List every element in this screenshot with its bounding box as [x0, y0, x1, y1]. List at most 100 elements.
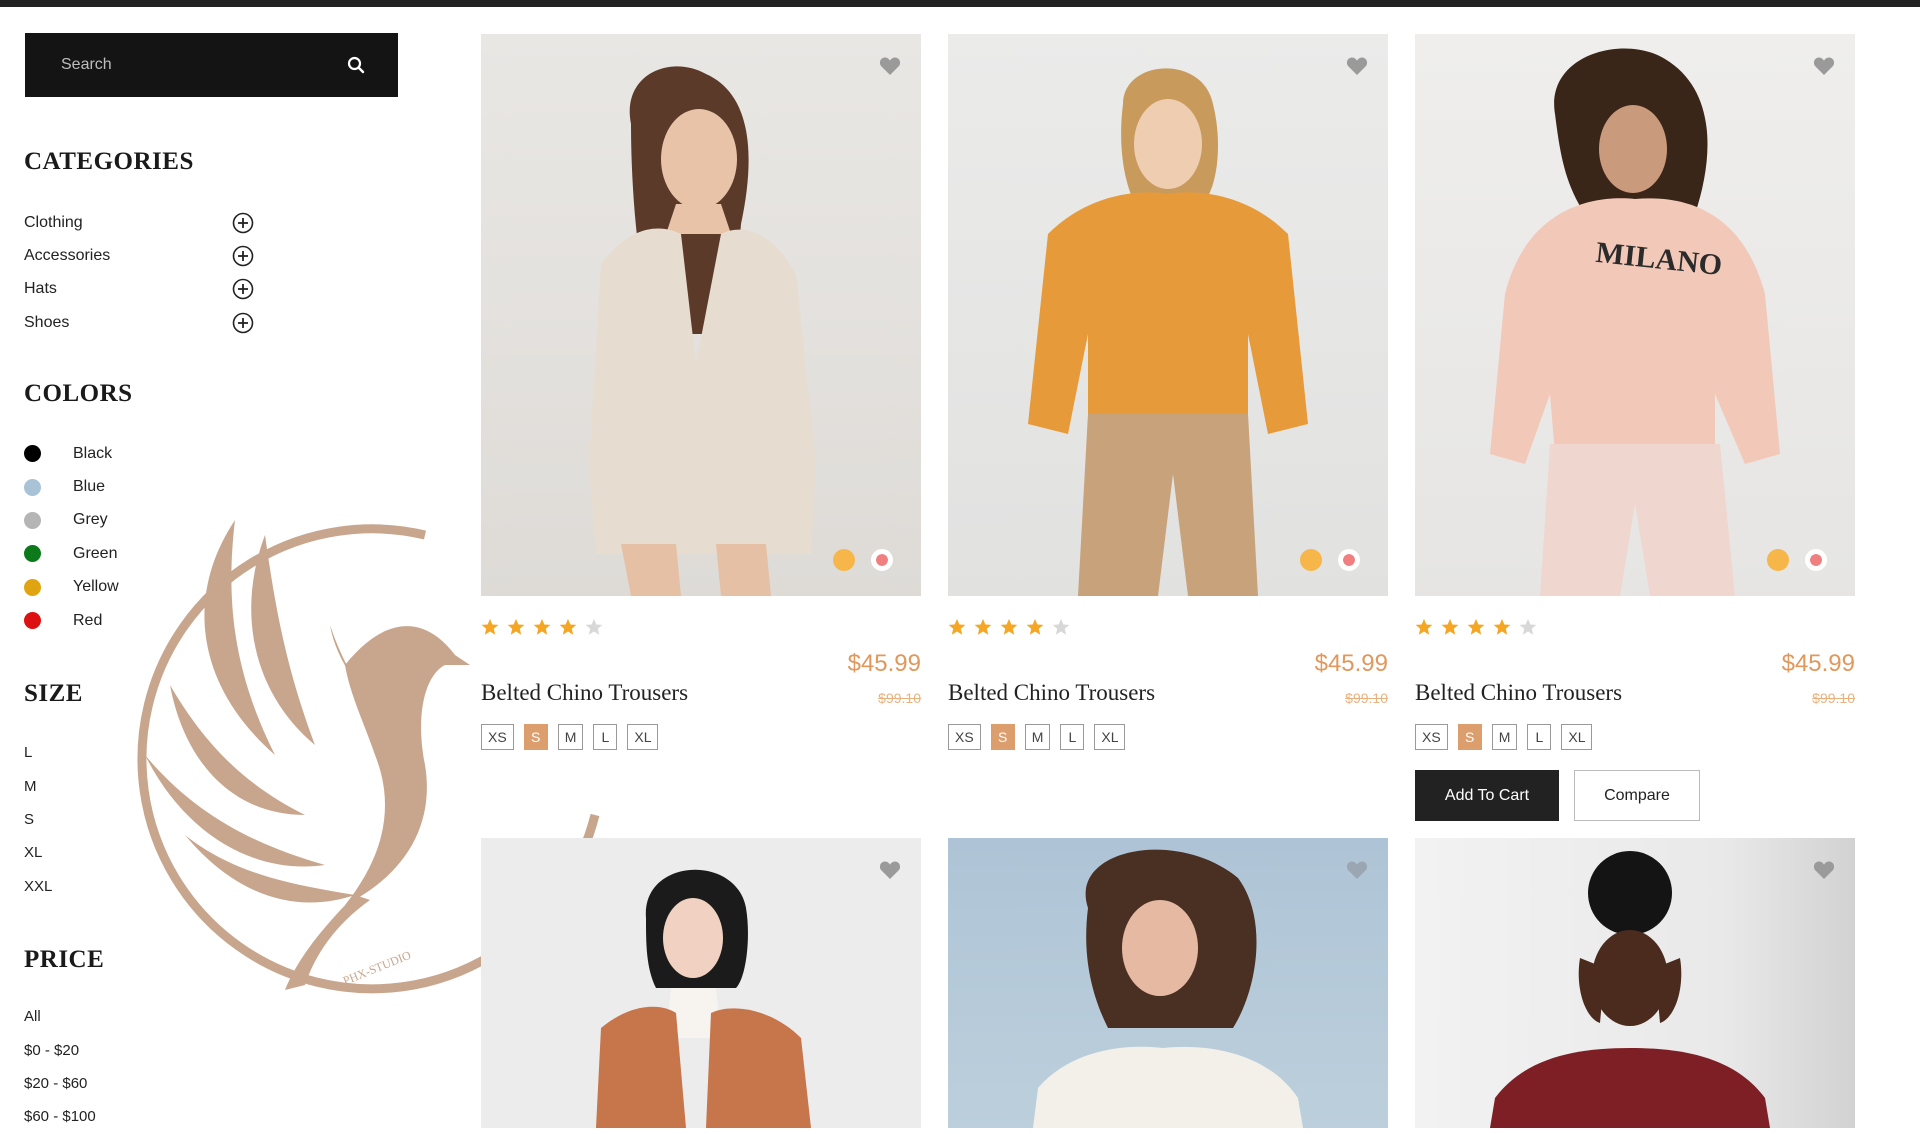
size-option-l[interactable]: L — [593, 724, 618, 750]
product-name[interactable]: Belted Chino Trousers — [1415, 680, 1622, 706]
categories-heading: CATEGORIES — [24, 148, 194, 175]
star-filled-icon — [1441, 618, 1459, 635]
product-image[interactable]: MILANO — [1415, 34, 1855, 596]
product-card[interactable] — [948, 838, 1388, 1128]
size-option-l[interactable]: L — [1060, 724, 1085, 750]
price-item-0-20[interactable]: $0 - $20 — [24, 1033, 96, 1066]
plus-circle-icon[interactable] — [232, 212, 254, 234]
add-to-cart-button[interactable]: Add To Cart — [1415, 770, 1559, 821]
category-item-accessories[interactable]: Accessories — [24, 239, 254, 272]
product-card[interactable] — [481, 838, 921, 1128]
size-option-s[interactable]: S — [523, 724, 548, 750]
size-option-m[interactable]: M — [1491, 724, 1518, 750]
size-option-l[interactable]: L — [1527, 724, 1552, 750]
category-item-shoes[interactable]: Shoes — [24, 306, 254, 339]
star-filled-icon — [1026, 618, 1044, 635]
size-item-l[interactable]: L — [24, 736, 52, 769]
product-image[interactable] — [948, 34, 1388, 596]
product-name[interactable]: Belted Chino Trousers — [948, 680, 1155, 706]
category-item-clothing[interactable]: Clothing — [24, 206, 254, 239]
swatch-orange[interactable] — [833, 549, 855, 571]
size-item-s[interactable]: S — [24, 803, 52, 836]
color-swatch — [24, 445, 41, 463]
size-option-s[interactable]: S — [990, 724, 1015, 750]
size-option-xl[interactable]: XL — [627, 724, 659, 750]
size-options: XS S M L XL — [481, 724, 659, 750]
product-price: $45.99 — [1781, 650, 1855, 677]
size-option-xs[interactable]: XS — [481, 724, 514, 750]
search-icon — [347, 56, 365, 74]
size-list: L M S XL XXL — [24, 736, 52, 903]
size-option-xs[interactable]: XS — [1415, 724, 1448, 750]
product-old-price: $99.10 — [1345, 690, 1388, 706]
color-item-red[interactable]: Red — [24, 604, 119, 637]
category-list: Clothing Accessories Hats Shoes — [24, 206, 254, 340]
size-item-xxl[interactable]: XXL — [24, 870, 52, 903]
size-option-s[interactable]: S — [1457, 724, 1482, 750]
size-option-m[interactable]: M — [1024, 724, 1051, 750]
size-item-xl[interactable]: XL — [24, 836, 52, 869]
product-image[interactable] — [481, 838, 921, 1128]
heart-icon[interactable] — [1346, 860, 1368, 880]
star-filled-icon — [481, 618, 499, 635]
product-price: $45.99 — [1314, 650, 1388, 677]
product-old-price: $99.10 — [878, 690, 921, 706]
star-filled-icon — [948, 618, 966, 635]
product-image[interactable] — [1415, 838, 1855, 1128]
search-button[interactable] — [326, 33, 386, 97]
plus-circle-icon[interactable] — [232, 312, 254, 334]
swatch-orange[interactable] — [1300, 549, 1322, 571]
top-bar — [0, 0, 1920, 7]
swatch-pink[interactable] — [1805, 549, 1827, 571]
size-option-xl[interactable]: XL — [1094, 724, 1126, 750]
heart-icon[interactable] — [879, 860, 901, 880]
size-option-xs[interactable]: XS — [948, 724, 981, 750]
color-label: Grey — [73, 511, 108, 529]
product-image[interactable] — [481, 34, 921, 596]
plus-circle-icon[interactable] — [232, 245, 254, 267]
swatch-orange[interactable] — [1767, 549, 1789, 571]
product-name[interactable]: Belted Chino Trousers — [481, 680, 688, 706]
swatch-pink[interactable] — [1338, 549, 1360, 571]
star-filled-icon — [559, 618, 577, 635]
color-swatch — [24, 545, 41, 563]
size-heading: SIZE — [24, 680, 83, 707]
rating-stars — [948, 618, 1070, 636]
heart-icon[interactable] — [1813, 860, 1835, 880]
star-filled-icon — [533, 618, 551, 635]
color-list: Black Blue Grey Green Yellow Red — [24, 437, 119, 637]
product-card[interactable] — [1415, 838, 1855, 1128]
swatch-pink[interactable] — [871, 549, 893, 571]
price-item-60-100[interactable]: $60 - $100 — [24, 1100, 96, 1133]
size-options: XS S M L XL — [1415, 724, 1593, 750]
compare-button[interactable]: Compare — [1574, 770, 1700, 821]
color-swatch — [24, 511, 41, 529]
watermark-text: PHX-STUDIO — [341, 948, 413, 988]
size-item-m[interactable]: M — [24, 769, 52, 802]
color-item-grey[interactable]: Grey — [24, 504, 119, 537]
heart-icon[interactable] — [1813, 56, 1835, 76]
heart-icon[interactable] — [1346, 56, 1368, 76]
color-item-yellow[interactable]: Yellow — [24, 571, 119, 604]
product-image[interactable] — [948, 838, 1388, 1128]
color-swatches — [1300, 549, 1360, 571]
model-illustration — [589, 66, 816, 596]
search-bar — [25, 33, 398, 97]
plus-circle-icon[interactable] — [232, 278, 254, 300]
star-filled-icon — [1493, 618, 1511, 635]
color-item-green[interactable]: Green — [24, 537, 119, 570]
price-list: All $0 - $20 $20 - $60 $60 - $100 — [24, 1000, 96, 1134]
category-item-hats[interactable]: Hats — [24, 273, 254, 306]
color-item-blue[interactable]: Blue — [24, 470, 119, 503]
heart-icon[interactable] — [879, 56, 901, 76]
search-input[interactable] — [59, 55, 326, 75]
color-item-black[interactable]: Black — [24, 437, 119, 470]
price-item-20-60[interactable]: $20 - $60 — [24, 1067, 96, 1100]
size-option-xl[interactable]: XL — [1561, 724, 1593, 750]
model-illustration — [1033, 849, 1303, 1128]
star-filled-icon — [1415, 618, 1433, 635]
price-item-all[interactable]: All — [24, 1000, 96, 1033]
size-option-m[interactable]: M — [557, 724, 584, 750]
star-filled-icon — [974, 618, 992, 635]
color-swatch — [24, 612, 41, 630]
